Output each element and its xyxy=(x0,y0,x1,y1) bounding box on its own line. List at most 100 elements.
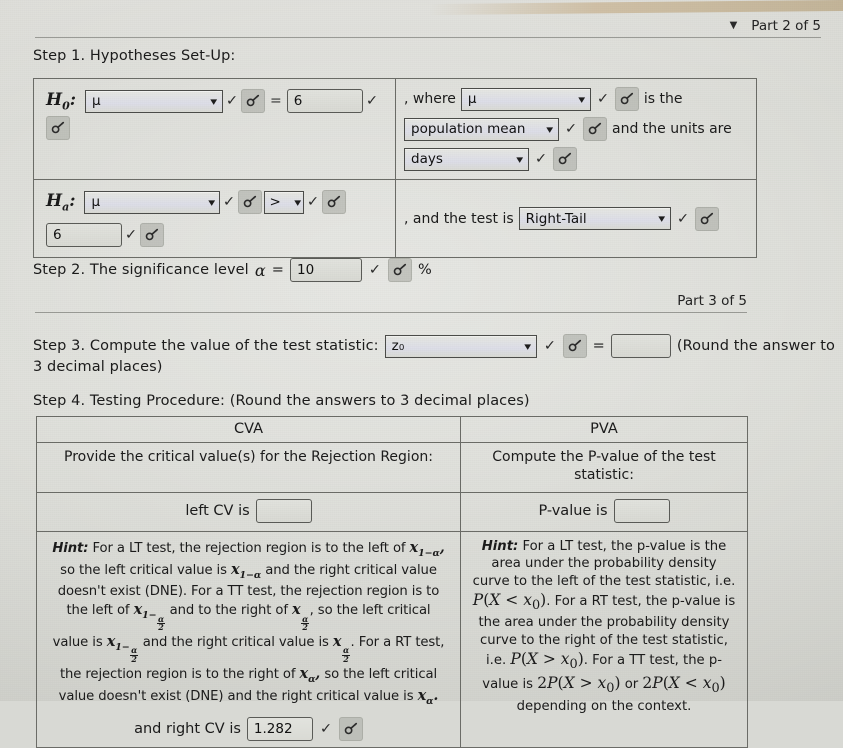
h0-operator: = xyxy=(270,93,282,109)
pva-header: PVA xyxy=(590,421,618,437)
chevron-down-icon: ▾ xyxy=(294,195,302,209)
units-check-icon: ✓ xyxy=(534,151,548,167)
where-parameter-select[interactable]: μ ▾ xyxy=(460,87,591,111)
h0-parameter-check-icon: ✓ xyxy=(225,93,239,109)
part-2-label: Part 2 of 5 xyxy=(751,18,821,34)
procedure-hint-row: Hint: For a LT test, the rejection regio… xyxy=(37,531,747,748)
step-3-note-2: 3 decimal places) xyxy=(33,359,163,375)
p-value-label: P-value is xyxy=(538,502,608,519)
testing-procedure-table: CVA PVA Provide the critical value(s) fo… xyxy=(36,416,748,748)
worksheet-content: ▼ Part 2 of 5 Step 1. Hypotheses Set-Up:… xyxy=(0,0,843,748)
cva-hint-text: Hint: For a LT test, the rejection regio… xyxy=(47,538,450,708)
ha-value-input[interactable]: 6 xyxy=(46,223,122,247)
ha-value-check-icon: ✓ xyxy=(124,227,138,243)
hypotheses-row-null: H0: μ ▾ ✓ = 6 ✓ , where μ ▾ ✓ is the pop… xyxy=(34,79,756,179)
p-value-input[interactable] xyxy=(613,499,670,523)
left-cv-input[interactable] xyxy=(255,499,312,523)
procedure-prompt-row: Provide the critical value(s) for the Re… xyxy=(37,442,747,492)
part-2-header[interactable]: ▼ Part 2 of 5 xyxy=(35,18,821,38)
h0-value-check-icon: ✓ xyxy=(365,93,378,109)
math-2p-x-greater-x0: 2P(X > x0) xyxy=(537,674,621,697)
ha-parameter-key-button[interactable] xyxy=(238,190,263,214)
step-3-note-1: (Round the answer to xyxy=(676,338,835,354)
cva-prompt: Provide the critical value(s) for the Re… xyxy=(37,443,461,492)
cva-hint-p2: so the left critical value is xyxy=(60,563,227,579)
step-1-heading: Step 1. Hypotheses Set-Up: xyxy=(33,48,236,64)
right-cv-key-button[interactable] xyxy=(338,717,363,742)
test-tail-key-button[interactable] xyxy=(694,206,719,231)
right-cv-input[interactable]: 1.282 xyxy=(246,717,313,742)
ha-operator-select[interactable]: > ▾ xyxy=(264,190,305,214)
collapse-caret-icon[interactable]: ▼ xyxy=(730,21,738,31)
significance-check-icon: ✓ xyxy=(368,262,382,278)
cva-hint-cell: Hint: For a LT test, the rejection regio… xyxy=(37,532,461,748)
chevron-down-icon: ▾ xyxy=(578,92,586,106)
step-2-text: Step 2. The significance level xyxy=(33,262,249,278)
meaning-check-icon: ✓ xyxy=(564,121,578,137)
step-3-equals: = xyxy=(592,338,605,354)
math-x-alpha-over-2-a: xα2 xyxy=(292,601,310,633)
h0-value-key-button[interactable] xyxy=(46,116,70,140)
step-3-row: Step 3. Compute the value of the test st… xyxy=(33,334,835,358)
h0-label: H0: xyxy=(46,89,76,113)
test-direction-cell: , and the test is Right-Tail ▾ ✓ xyxy=(396,180,756,257)
ha-parameter-select[interactable]: μ ▾ xyxy=(84,190,221,214)
right-cv-check-icon: ✓ xyxy=(319,720,333,737)
ha-operator-key-button[interactable] xyxy=(322,190,347,214)
chevron-down-icon: ▾ xyxy=(658,212,666,225)
right-cv-row: and right CV is 1.282 ✓ xyxy=(47,717,450,742)
test-statistic-answer-input[interactable] xyxy=(610,334,671,358)
part-3-header[interactable]: Part 3 of 5 xyxy=(35,293,747,313)
math-x-1-minus-alpha-over-2-a: x1− α 2 xyxy=(133,601,166,633)
where-parameter-key-button[interactable] xyxy=(614,87,639,111)
cva-hint-p4: and to the right of xyxy=(169,603,288,619)
test-prefix: , and the test is xyxy=(404,210,514,227)
left-cv-label: left CV is xyxy=(185,502,250,519)
test-statistic-select[interactable]: z₀ ▾ xyxy=(384,334,537,358)
cva-hint-p1: For a LT test, the rejection region is t… xyxy=(92,541,406,556)
significance-level-input[interactable]: 10 xyxy=(289,258,362,282)
chevron-down-icon: ▾ xyxy=(208,195,216,209)
significance-key-button[interactable] xyxy=(387,258,412,282)
math-p-x-less-x0: P(X < x0) xyxy=(472,591,547,614)
where-line-2: population mean ▾ ✓ and the units are xyxy=(404,117,746,141)
where-prefix: , where xyxy=(404,91,456,107)
math-x-alpha-over-2-b: xα2 xyxy=(332,632,351,665)
parameter-meaning-select[interactable]: population mean ▾ xyxy=(404,117,559,141)
h0-parameter-key-button[interactable] xyxy=(241,89,265,113)
p-value-cell: P-value is xyxy=(461,493,747,531)
pva-prompt: Compute the P-value of the test statisti… xyxy=(492,449,716,483)
chevron-down-icon: ▾ xyxy=(210,94,218,108)
units-select[interactable]: days ▾ xyxy=(404,147,529,171)
math-p-x-greater-x0: P(X > x0) xyxy=(510,650,584,673)
where-parameter-check-icon: ✓ xyxy=(596,91,610,107)
part-3-label: Part 3 of 5 xyxy=(677,293,747,309)
test-direction-line: , and the test is Right-Tail ▾ ✓ xyxy=(404,206,719,231)
test-statistic-key-button[interactable] xyxy=(562,334,587,358)
h0-parameter-select[interactable]: μ ▾ xyxy=(85,89,223,113)
hypotheses-table: H0: μ ▾ ✓ = 6 ✓ , where μ ▾ ✓ is the pop… xyxy=(33,78,757,258)
step-2-equals: = xyxy=(271,262,284,278)
meaning-key-button[interactable] xyxy=(583,117,607,141)
percent-sign: % xyxy=(417,262,432,278)
units-text: and the units are xyxy=(612,121,732,137)
units-key-button[interactable] xyxy=(553,147,577,171)
pva-hint-word: Hint: xyxy=(481,539,519,554)
h0-value-input[interactable]: 6 xyxy=(286,89,363,113)
test-tail-select[interactable]: Right-Tail ▾ xyxy=(518,207,671,230)
right-cv-label: and right CV is xyxy=(134,721,241,738)
alpha-symbol: α xyxy=(254,260,266,280)
ha-cell: Ha: μ ▾ ✓ > ▾ ✓ 6 ✓ xyxy=(34,180,396,257)
ha-value-key-button[interactable] xyxy=(140,223,164,247)
where-line-3: days ▾ ✓ xyxy=(404,147,746,171)
chevron-down-icon: ▾ xyxy=(546,122,554,136)
cva-hint-p6: and the right critical value is xyxy=(142,634,329,650)
where-line-1: , where μ ▾ ✓ is the xyxy=(404,87,746,111)
step-4-heading: Step 4. Testing Procedure: (Round the an… xyxy=(33,393,530,409)
math-2p-x-less-x0: 2P(X < x0) xyxy=(642,674,726,697)
test-tail-check-icon: ✓ xyxy=(676,210,689,227)
cva-hint-word: Hint: xyxy=(52,541,89,556)
chevron-down-icon: ▾ xyxy=(516,152,524,166)
test-statistic-check-icon: ✓ xyxy=(543,338,556,354)
pva-hint-or: or xyxy=(624,677,639,693)
